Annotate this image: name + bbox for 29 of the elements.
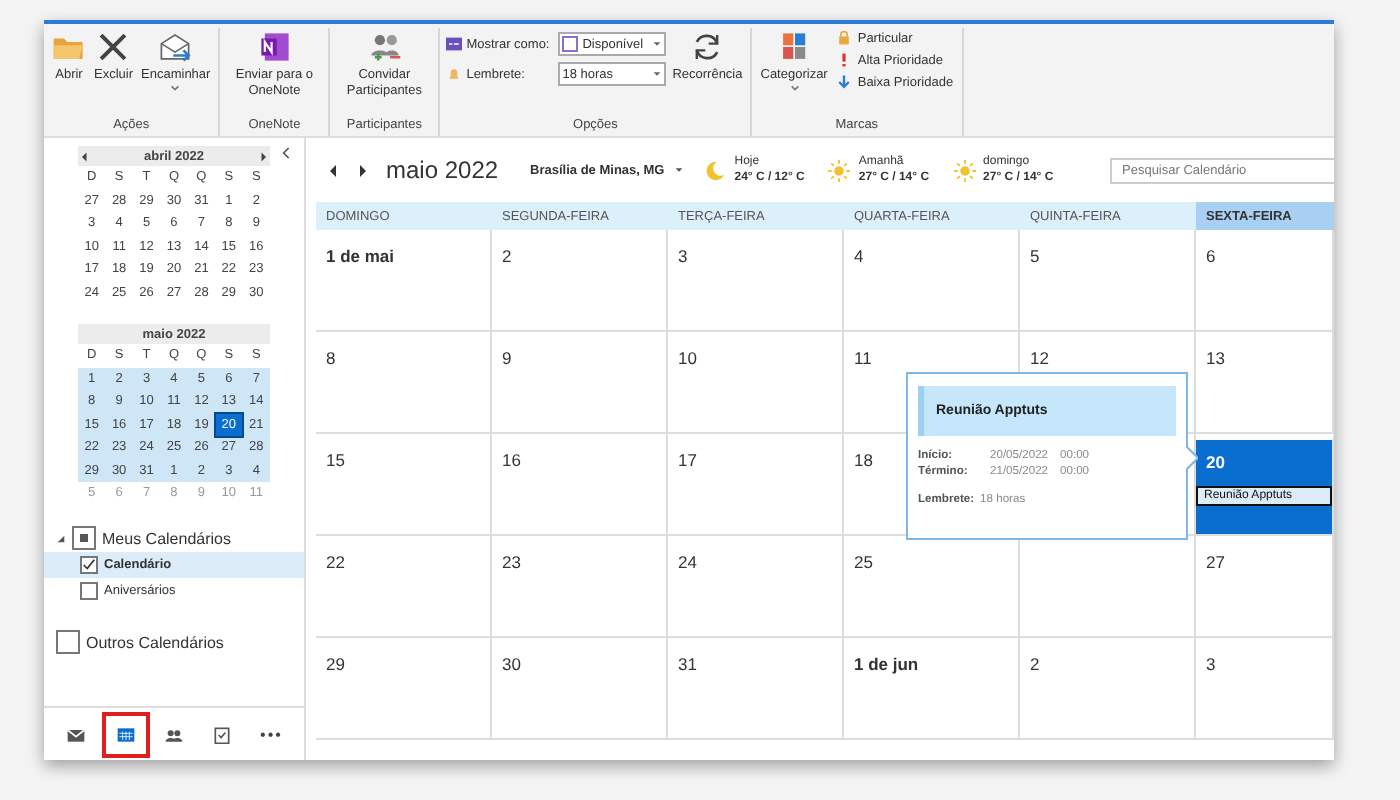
day-number: 25 (854, 552, 873, 572)
month-title: maio 2022 (386, 156, 499, 184)
day-number: 2 (502, 246, 512, 266)
day-number: 9 (502, 348, 512, 368)
day-number: 17 (678, 450, 697, 470)
day-number: 22 (326, 552, 345, 572)
day-number: 24 (678, 552, 697, 572)
day-number: 20 (1204, 452, 1225, 472)
day-number: 10 (678, 348, 697, 368)
day-number: 16 (502, 450, 521, 470)
day-number: 11 (854, 348, 872, 368)
day-number: 13 (1206, 348, 1225, 368)
day-number: 31 (678, 654, 697, 674)
day-number: 30 (502, 654, 521, 674)
day-number: 1 de jun (854, 654, 919, 674)
day-number: 4 (854, 246, 864, 266)
day-number: 12 (1030, 348, 1049, 368)
day-number: 8 (326, 348, 336, 368)
day-number: 1 de mai (326, 246, 395, 266)
day-number: 23 (502, 552, 521, 572)
day-number: 3 (1206, 654, 1216, 674)
day-number: 18 (854, 450, 873, 470)
day-number: 2 (1030, 654, 1040, 674)
day-number: 29 (326, 654, 345, 674)
day-number: 5 (1030, 246, 1040, 266)
day-number: 6 (1206, 246, 1216, 266)
day-number: 15 (326, 450, 345, 470)
day-number: 27 (1206, 552, 1225, 572)
day-number: 3 (678, 246, 688, 266)
